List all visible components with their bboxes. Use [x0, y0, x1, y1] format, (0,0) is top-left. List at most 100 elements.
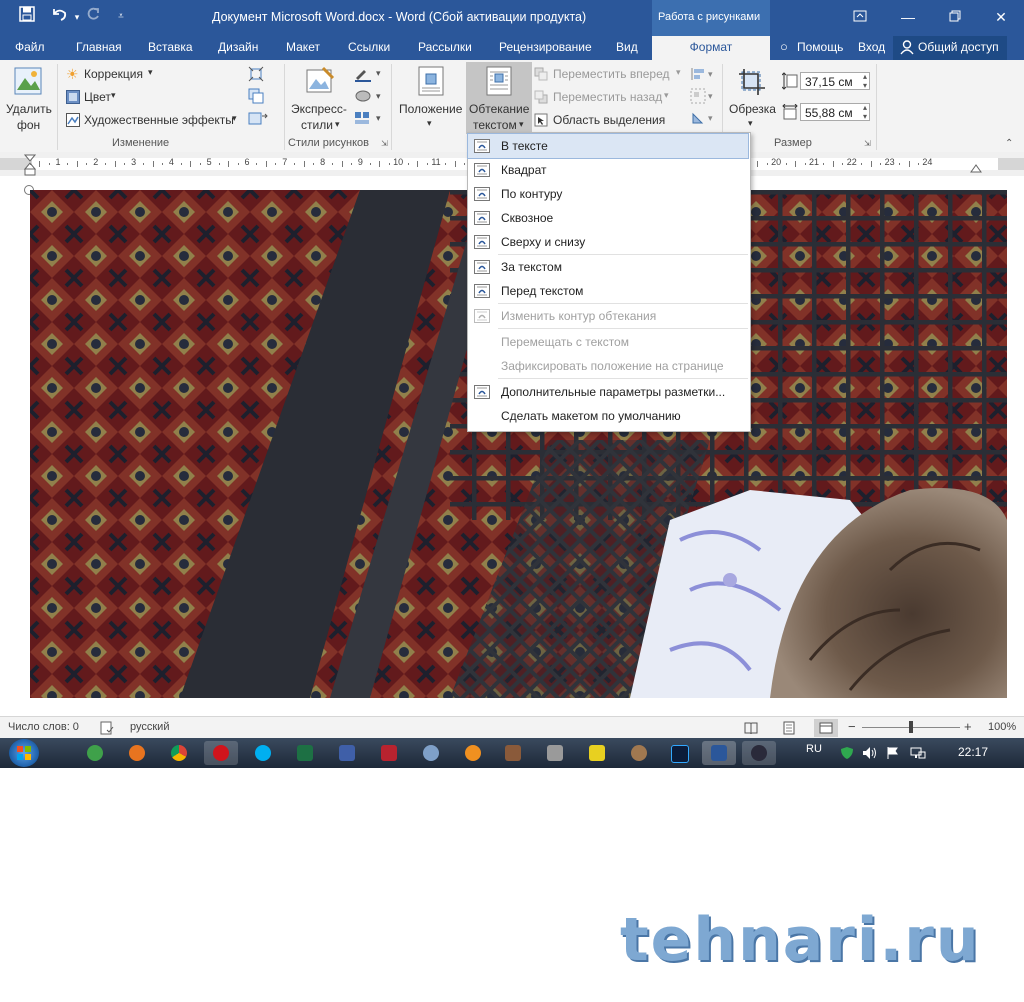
tab-format[interactable]: Формат: [652, 36, 770, 60]
collapse-ribbon-icon[interactable]: ⌃: [1005, 138, 1013, 149]
signin-link[interactable]: Вход: [858, 40, 885, 54]
correction-button[interactable]: ☀ Коррекция ▾: [64, 65, 159, 83]
web-layout-button[interactable]: [814, 719, 838, 737]
crop-button[interactable]: Обрезка ▾: [726, 62, 778, 134]
wrap-menu-item[interactable]: По контуру: [468, 182, 748, 206]
shape-height-input[interactable]: 37,15 см ▴ ▾: [800, 72, 870, 90]
wrap-menu-item[interactable]: Квадрат: [468, 158, 748, 182]
wrap-menu-item[interactable]: Изменить контур обтекания: [468, 304, 748, 328]
taskbar-app-skype[interactable]: [250, 741, 276, 765]
group-icon[interactable]: ▾: [690, 88, 716, 104]
tab-layout[interactable]: Макет: [286, 40, 320, 54]
redo-icon[interactable]: [82, 6, 104, 28]
svg-text:▾: ▾: [708, 91, 713, 101]
taskbar-app-chrome[interactable]: [166, 741, 192, 765]
ruler-tick: [105, 163, 107, 165]
start-button[interactable]: [9, 739, 39, 767]
taskbar-app-screenshot[interactable]: [742, 741, 776, 765]
shape-width-input[interactable]: 55,88 см ▴ ▾: [800, 103, 870, 121]
customize-icon[interactable]: ⩡: [110, 6, 132, 28]
flag-icon[interactable]: [886, 746, 900, 760]
wrap-menu-item[interactable]: Сверху и снизу: [468, 230, 748, 254]
zoom-in-button[interactable]: +: [964, 719, 972, 734]
wrap-menu-item[interactable]: Дополнительные параметры разметки...: [468, 380, 748, 404]
position-button[interactable]: Положение ▾: [396, 62, 466, 134]
remove-background-button[interactable]: Удалить фон: [3, 62, 53, 134]
tab-design[interactable]: Дизайн: [218, 40, 258, 54]
save-icon[interactable]: [16, 6, 38, 28]
tab-file[interactable]: Файл: [15, 40, 45, 54]
wrap-menu-item[interactable]: За текстом: [468, 255, 748, 279]
input-language[interactable]: RU: [806, 743, 822, 755]
ruler-number: 5: [206, 157, 212, 167]
taskbar-app-word[interactable]: [702, 741, 736, 765]
picture-layout-icon[interactable]: ▾: [354, 110, 384, 126]
ruler-margin-right: [998, 158, 1024, 170]
align-icon[interactable]: ▾: [690, 66, 716, 82]
send-backward-button[interactable]: Переместить назад ▾: [534, 89, 684, 107]
indent-marker-icon[interactable]: [24, 154, 36, 176]
tab-references[interactable]: Ссылки: [348, 40, 390, 54]
quick-styles-button[interactable]: Экспресс- стили ▾: [289, 62, 351, 134]
change-picture-icon[interactable]: [248, 88, 264, 104]
bring-forward-button[interactable]: Переместить вперед ▾: [534, 66, 684, 84]
taskbar-app-firefox[interactable]: [124, 741, 150, 765]
taskbar-app-floppy[interactable]: [334, 741, 360, 765]
picture-border-icon[interactable]: ▾: [354, 66, 384, 82]
zoom-level[interactable]: 100%: [988, 721, 1016, 733]
dialog-launcher-icon[interactable]: ⇲: [864, 139, 871, 148]
spinner-arrows-icon[interactable]: ▴ ▾: [863, 103, 867, 121]
close-icon[interactable]: ✕: [986, 6, 1016, 28]
color-button[interactable]: Цвет ▾: [64, 88, 124, 106]
right-indent-marker-icon[interactable]: [970, 161, 982, 173]
taskbar-app-aimp[interactable]: [460, 741, 486, 765]
wrap-menu-item[interactable]: Перемещать с текстом: [468, 330, 748, 354]
language-indicator[interactable]: русский: [130, 721, 169, 733]
wrap-menu-item[interactable]: В тексте: [467, 133, 749, 159]
word-count[interactable]: Число слов: 0: [8, 721, 79, 733]
taskbar-clock[interactable]: 22:17: [958, 745, 988, 759]
wrap-menu-item[interactable]: Сквозное: [468, 206, 748, 230]
ribbon-display-icon[interactable]: [845, 6, 875, 28]
taskbar-app-lightning[interactable]: [584, 741, 610, 765]
share-button[interactable]: Общий доступ: [893, 36, 1007, 60]
compress-pictures-icon[interactable]: [248, 66, 264, 82]
rotate-icon[interactable]: ▾: [690, 110, 716, 126]
taskbar-app-game[interactable]: [500, 741, 526, 765]
taskbar-app-photoshop[interactable]: [666, 741, 692, 765]
taskbar-app-browser[interactable]: [82, 741, 108, 765]
tab-insert[interactable]: Вставка: [148, 40, 193, 54]
wrap-menu-item[interactable]: Сделать макетом по умолчанию: [468, 404, 748, 428]
network-icon[interactable]: [910, 746, 926, 760]
help-search[interactable]: Помощь: [797, 40, 843, 54]
selection-pane-button[interactable]: Область выделения: [534, 112, 684, 130]
taskbar-app-winrar[interactable]: [376, 741, 402, 765]
tab-view[interactable]: Вид: [616, 40, 638, 54]
spinner-arrows-icon[interactable]: ▴ ▾: [863, 72, 867, 90]
reset-picture-icon[interactable]: [248, 110, 270, 126]
zoom-slider-thumb[interactable]: [909, 721, 913, 733]
tab-review[interactable]: Рецензирование: [499, 40, 592, 54]
wrap-text-button[interactable]: Обтекание текстом ▾: [466, 62, 532, 134]
volume-icon[interactable]: [862, 746, 878, 760]
zoom-out-button[interactable]: −: [848, 719, 856, 734]
tab-home[interactable]: Главная: [76, 40, 122, 54]
dialog-launcher-icon[interactable]: ⇲: [381, 139, 388, 148]
taskbar-app-chip[interactable]: [542, 741, 568, 765]
taskbar-app-settings[interactable]: [418, 741, 444, 765]
ruler-number: 11: [431, 157, 441, 167]
taskbar-app-excel[interactable]: [292, 741, 318, 765]
wrap-menu-item[interactable]: Перед текстом: [468, 279, 748, 303]
taskbar-app-opera[interactable]: [204, 741, 238, 765]
wrap-menu-item[interactable]: Зафиксировать положение на странице: [468, 354, 748, 378]
print-layout-icon[interactable]: [782, 721, 796, 735]
restore-icon[interactable]: [940, 6, 970, 28]
tab-mailings[interactable]: Рассылки: [418, 40, 472, 54]
picture-effects-icon[interactable]: ▾: [354, 88, 384, 104]
minimize-icon[interactable]: —: [893, 6, 923, 28]
artistic-effects-button[interactable]: Художественные эффекты ▾: [64, 111, 240, 129]
proofing-icon[interactable]: [100, 721, 114, 735]
antivirus-tray-icon[interactable]: [840, 746, 854, 760]
read-mode-icon[interactable]: [744, 721, 758, 735]
taskbar-app-gimp[interactable]: [626, 741, 652, 765]
